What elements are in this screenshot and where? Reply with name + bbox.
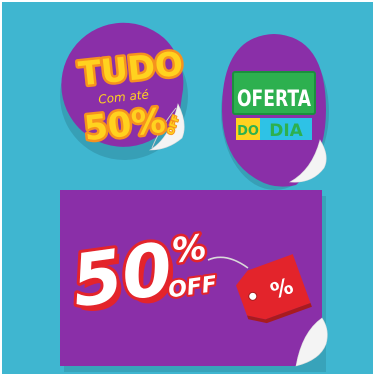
rect-sticker: 50 50 % OFF % (60, 190, 328, 372)
oval-sticker-do: DO (237, 124, 259, 139)
sticker-scene: TUDO Com até 50% OFF OFERTA DO DIA 50 50… (0, 0, 375, 376)
banner-percent: % (170, 227, 209, 271)
banner-discount: 50 (67, 226, 178, 323)
sticker-artwork: TUDO Com até 50% OFF OFERTA DO DIA 50 50… (0, 0, 375, 376)
oval-sticker-dia: DIA (269, 121, 303, 141)
oval-sticker-title: OFERTA (237, 87, 311, 112)
oval-sticker: OFERTA DO DIA (221, 34, 329, 190)
round-sticker: TUDO Com até 50% OFF (60, 22, 188, 160)
round-sticker-discount: 50% (82, 101, 167, 149)
